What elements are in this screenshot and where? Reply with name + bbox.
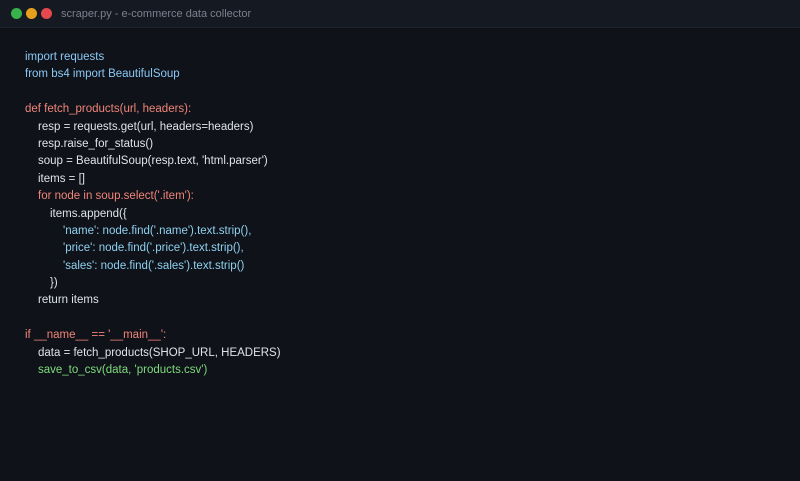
code-line-8: items = [] [38,172,85,185]
code-editor[interactable]: import requests from bs4 import Beautifu… [25,49,790,379]
close-button[interactable] [41,8,52,19]
code-line-13: 'sales': node.find('.sales').text.strip(… [63,259,245,272]
code-line-5: resp = requests.get(url, headers=headers… [38,120,254,133]
window-title: scraper.py - e-commerce data collector [61,8,252,20]
code-line-19: save_to_csv(data, 'products.csv') [38,364,208,377]
code-line-2: from bs4 import BeautifulSoup [25,68,180,81]
editor-window: scraper.py - e-commerce data collector i… [0,0,800,481]
code-line-9: for node in soup.select('.item'): [38,190,194,203]
code-line-14: }) [50,277,58,290]
code-line-1: import requests [25,51,105,63]
code-line-7: soup = BeautifulSoup(resp.text, 'html.pa… [38,155,268,168]
code-line-17: if __name__ == '__main__': [25,329,167,342]
title-bar: scraper.py - e-commerce data collector [0,0,800,28]
maximize-button[interactable] [11,8,22,19]
code-line-6: resp.raise_for_status() [38,137,154,150]
code-line-10: items.append({ [50,207,127,220]
code-line-11: 'name': node.find('.name').text.strip(), [63,224,252,237]
minimize-button[interactable] [26,8,37,19]
code-line-15: return items [38,294,99,307]
code-line-18: data = fetch_products(SHOP_URL, HEADERS) [38,346,281,359]
code-line-12: 'price': node.find('.price').text.strip(… [63,242,244,255]
code-line-4: def fetch_products(url, headers): [25,103,192,116]
